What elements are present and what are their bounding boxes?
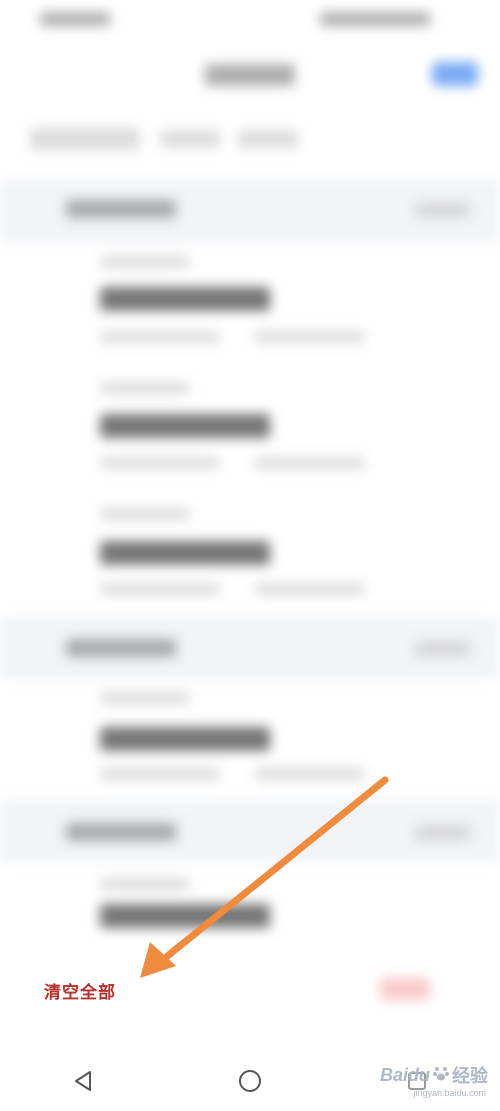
- home-circle-icon[interactable]: [230, 1061, 270, 1101]
- paw-icon: [432, 1064, 450, 1087]
- annotation-arrow: [140, 776, 389, 978]
- watermark-brand: Baidu: [379, 1064, 430, 1085]
- clear-all-button[interactable]: 清空全部: [44, 978, 116, 1003]
- baidu-watermark: Baidu 经验: [380, 1062, 488, 1088]
- watermark-word: 经验: [452, 1066, 488, 1086]
- watermark-url: jingyan.baidu.com: [413, 1088, 486, 1098]
- back-triangle-icon[interactable]: [63, 1061, 103, 1101]
